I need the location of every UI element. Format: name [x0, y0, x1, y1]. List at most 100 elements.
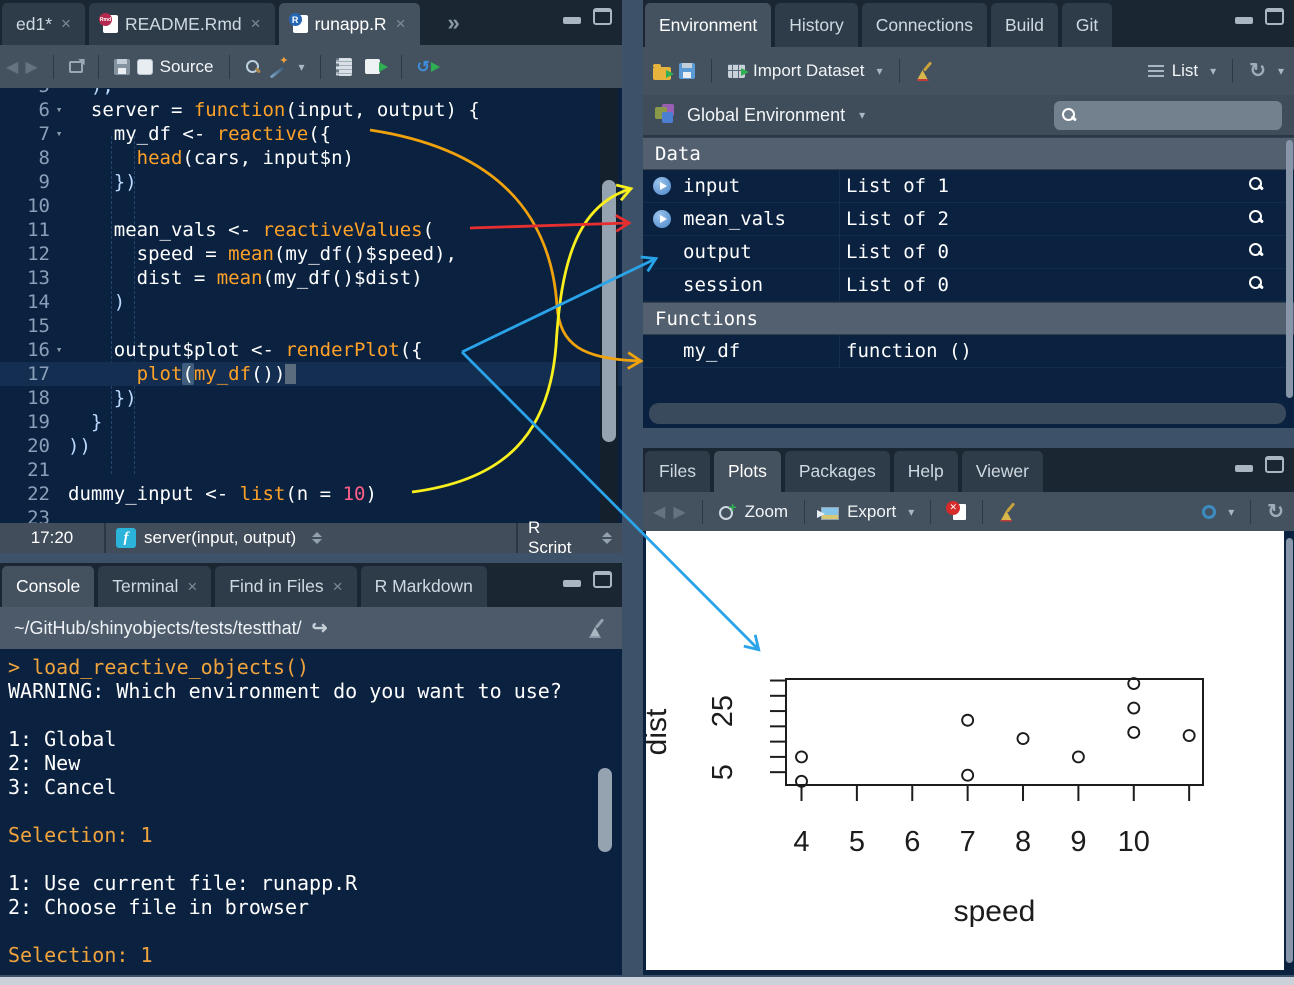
plots-tab-help[interactable]: Help — [894, 451, 958, 492]
find-replace-icon[interactable] — [245, 59, 261, 75]
environment-hscrollbar[interactable] — [649, 403, 1286, 424]
environment-search-input[interactable] — [1054, 101, 1282, 130]
console-tab-find-in-files[interactable]: Find in Files× — [215, 566, 356, 607]
publish-dropdown-icon[interactable]: ▾ — [1228, 505, 1234, 519]
close-tab-icon[interactable]: × — [251, 14, 261, 34]
forward-icon[interactable]: ▶ — [25, 57, 37, 77]
scope-dropdown-icon[interactable]: ▾ — [859, 108, 865, 122]
tab-label: Connections — [876, 15, 973, 36]
close-tab-icon[interactable]: × — [396, 14, 406, 34]
object-row-session[interactable]: sessionList of 0 — [643, 269, 1294, 302]
environment-tab-history[interactable]: History — [775, 3, 857, 47]
fold-icon[interactable]: ▾ — [50, 98, 68, 122]
close-tab-icon[interactable]: × — [333, 577, 343, 597]
editor-tab-ed1-[interactable]: ed1*× — [2, 3, 85, 45]
environment-tab-git[interactable]: Git — [1062, 3, 1112, 47]
rerun-icon[interactable]: ↺ — [417, 57, 440, 77]
fold-icon[interactable]: ▾ — [50, 122, 68, 146]
editor-tab-readme-rmd[interactable]: RmdREADME.Rmd× — [89, 3, 275, 45]
next-plot-icon[interactable]: ▶ — [673, 502, 685, 522]
plots-tab-plots[interactable]: Plots — [714, 451, 781, 492]
editor-tab-runapp-r[interactable]: Rrunapp.R× — [279, 3, 420, 45]
code-editor[interactable]: 5 ),6▾ server = function(input, output) … — [0, 88, 622, 523]
refresh-environment-icon[interactable]: ↻ — [1249, 61, 1266, 81]
goto-directory-icon[interactable]: ↪ — [312, 617, 328, 640]
plots-tab-packages[interactable]: Packages — [785, 451, 890, 492]
function-scope-selector[interactable]: f server(input, output) — [106, 523, 516, 553]
object-row-output[interactable]: outputList of 0 — [643, 236, 1294, 269]
import-dataset-dropdown-icon[interactable]: ▾ — [877, 64, 883, 78]
console-tab-r-markdown[interactable]: R Markdown — [361, 566, 487, 607]
previous-plot-icon[interactable]: ◀ — [653, 502, 665, 522]
minimize-pane-icon[interactable] — [1234, 456, 1256, 473]
import-dataset-label[interactable]: Import Dataset — [753, 61, 865, 81]
editor-scrollbar-thumb[interactable] — [602, 180, 616, 442]
refresh-plot-icon[interactable]: ↻ — [1267, 502, 1284, 522]
export-dropdown-icon[interactable]: ▾ — [908, 505, 914, 519]
save-workspace-icon[interactable] — [679, 63, 695, 79]
run-icon[interactable] — [365, 59, 380, 74]
console-tab-console[interactable]: Console — [2, 566, 94, 607]
environment-scope-label[interactable]: Global Environment — [687, 105, 845, 126]
console-scrollbar-thumb[interactable] — [598, 768, 612, 852]
list-view-icon[interactable] — [1148, 65, 1164, 77]
remove-plot-icon[interactable] — [953, 504, 966, 520]
popout-window-icon[interactable] — [69, 61, 83, 73]
close-tab-icon[interactable]: × — [187, 577, 197, 597]
code-tools-dropdown-icon[interactable]: ▾ — [299, 60, 305, 74]
console-output[interactable]: > load_reactive_objects()WARNING: Which … — [0, 649, 622, 975]
list-view-dropdown-icon[interactable]: ▾ — [1210, 64, 1216, 78]
save-icon[interactable] — [114, 59, 130, 75]
list-view-label[interactable]: List — [1172, 61, 1198, 81]
maximize-pane-icon[interactable] — [1265, 456, 1284, 473]
more-tabs-chevron-icon[interactable]: » — [448, 0, 460, 45]
expand-object-icon[interactable] — [653, 210, 671, 228]
minimize-pane-icon[interactable] — [1234, 8, 1256, 25]
compile-notebook-icon[interactable] — [336, 58, 352, 76]
load-workspace-icon[interactable] — [653, 67, 671, 80]
publish-icon[interactable] — [1202, 505, 1216, 519]
code-line-10: 10 — [0, 194, 622, 218]
code-tools-icon[interactable] — [268, 57, 288, 77]
file-type-selector[interactable]: R Script — [518, 523, 622, 553]
environment-scrollbar[interactable] — [1286, 140, 1293, 398]
environment-tab-connections[interactable]: Connections — [862, 3, 987, 47]
source-on-save-checkbox[interactable] — [137, 59, 153, 75]
environment-tab-environment[interactable]: Environment — [645, 3, 771, 47]
cursor-position[interactable]: 17:20 — [0, 523, 104, 553]
console-tab-terminal[interactable]: Terminal× — [98, 566, 211, 607]
zoom-plot-icon[interactable] — [719, 503, 737, 521]
environment-tab-build[interactable]: Build — [991, 3, 1058, 47]
code-line-11: 11 mean_vals <- reactiveValues( — [0, 218, 622, 242]
plots-tab-viewer[interactable]: Viewer — [962, 451, 1043, 492]
maximize-pane-icon[interactable] — [593, 571, 612, 588]
inspect-object-icon[interactable] — [1248, 242, 1264, 258]
expand-object-icon[interactable] — [653, 177, 671, 195]
plots-scrollbar[interactable] — [1286, 538, 1293, 963]
object-row-input[interactable]: inputList of 1 — [643, 170, 1294, 203]
plots-tab-files[interactable]: Files — [645, 451, 710, 492]
export-label[interactable]: Export — [847, 502, 896, 522]
refresh-dropdown-icon[interactable]: ▾ — [1278, 64, 1284, 78]
minimize-pane-icon[interactable] — [562, 571, 584, 588]
export-plot-icon[interactable] — [821, 507, 839, 520]
inspect-object-icon[interactable] — [1248, 275, 1264, 291]
clear-environment-icon[interactable] — [916, 61, 936, 81]
maximize-pane-icon[interactable] — [1265, 8, 1284, 25]
clear-console-icon[interactable] — [588, 618, 608, 638]
clear-plots-icon[interactable] — [999, 502, 1019, 522]
zoom-label[interactable]: Zoom — [745, 502, 788, 522]
inspect-object-icon[interactable] — [1248, 209, 1264, 225]
close-tab-icon[interactable]: × — [61, 14, 71, 34]
back-icon[interactable]: ◀ — [6, 57, 18, 77]
minimize-pane-icon[interactable] — [562, 8, 584, 25]
code-line-5: 5 ), — [0, 88, 622, 98]
import-dataset-icon[interactable] — [728, 64, 745, 78]
maximize-pane-icon[interactable] — [593, 8, 612, 25]
object-row-my_df[interactable]: my_dffunction () — [643, 335, 1294, 368]
object-row-mean_vals[interactable]: mean_valsList of 2 — [643, 203, 1294, 236]
console-tabs: ConsoleTerminal×Find in Files×R Markdown — [0, 563, 489, 607]
section-header-functions: Functions — [643, 302, 1294, 335]
fold-icon[interactable]: ▾ — [50, 338, 68, 362]
inspect-object-icon[interactable] — [1248, 176, 1264, 192]
